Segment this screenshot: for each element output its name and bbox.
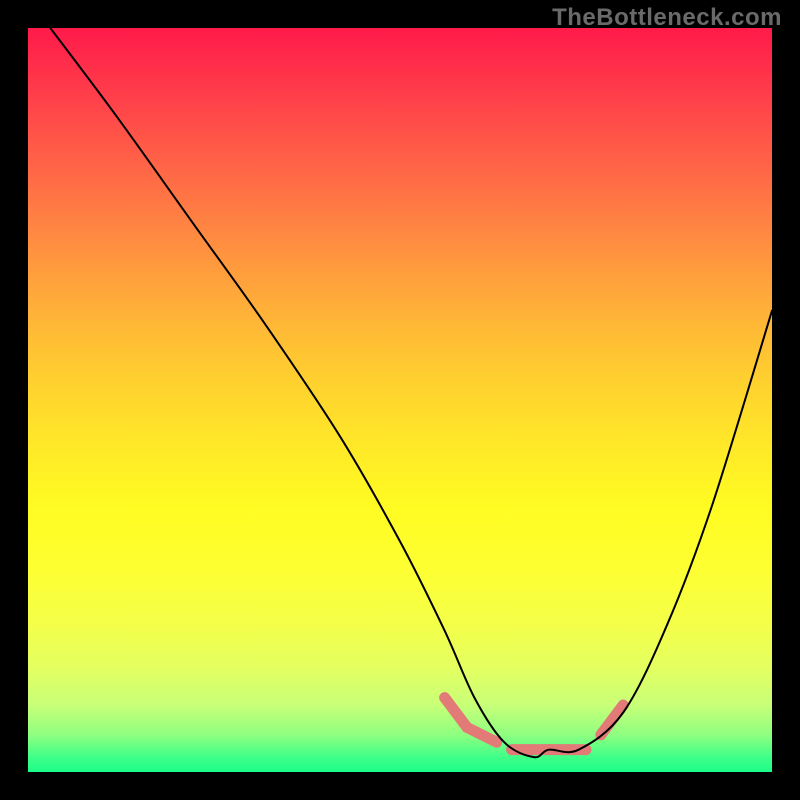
curve-layer [28, 28, 772, 772]
highlight-segment [601, 705, 623, 735]
highlight-segment [467, 727, 497, 742]
bottleneck-curve [50, 28, 772, 757]
highlight-segment [445, 698, 467, 728]
highlight-band [445, 698, 624, 750]
chart-frame: TheBottleneck.com [0, 0, 800, 800]
plot-area [28, 28, 772, 772]
